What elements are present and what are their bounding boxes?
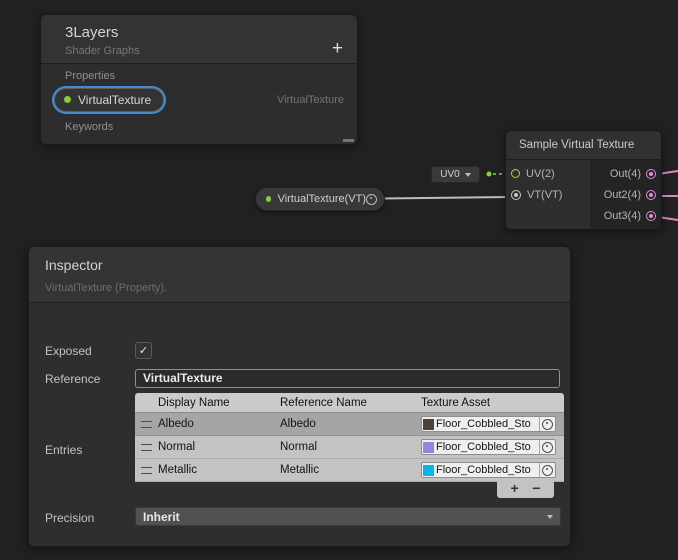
out3-port-icon[interactable] xyxy=(646,211,656,221)
display-name-cell[interactable]: Normal xyxy=(158,441,280,453)
property-type-dot-icon xyxy=(266,196,271,202)
uv-channel-value: UV0 xyxy=(440,169,459,180)
output-row-1: Out(4) xyxy=(590,163,661,184)
out2-label: Out2(4) xyxy=(604,189,641,201)
out1-port-icon[interactable] xyxy=(646,169,656,179)
inspector-header: Inspector VirtualTexture (Property). xyxy=(29,247,570,303)
vt-input-label: VT(VT) xyxy=(527,189,562,201)
uv-input-port-icon[interactable] xyxy=(511,169,520,178)
texture-asset-name: Floor_Cobbled_Sto xyxy=(436,464,539,476)
output-row-3: Out3(4) xyxy=(590,205,661,226)
drag-handle-icon[interactable] xyxy=(141,444,152,451)
texture-swatch xyxy=(423,442,434,453)
virtualtexture-property-node[interactable]: VirtualTexture(VT) xyxy=(255,187,385,211)
exposed-checkbox[interactable]: ✓ xyxy=(135,342,152,359)
output-port-icon[interactable] xyxy=(366,194,377,205)
reference-name-cell[interactable]: Albedo xyxy=(280,418,421,430)
inspector-title: Inspector xyxy=(45,257,554,273)
properties-section-label: Properties xyxy=(41,64,357,84)
input-row-uv: UV(2) xyxy=(506,163,590,184)
column-reference-name: Reference Name xyxy=(280,397,421,409)
uv-input-label: UV(2) xyxy=(526,168,555,180)
object-picker-icon[interactable] xyxy=(542,442,553,453)
texture-asset-field[interactable]: Floor_Cobbled_Sto xyxy=(421,462,556,478)
drag-handle-icon[interactable] xyxy=(141,467,152,474)
reference-name-cell[interactable]: Metallic xyxy=(280,464,421,476)
node-body: UV(2) VT(VT) Out(4) Out2(4) Out3(4) xyxy=(506,160,661,229)
output-row-2: Out2(4) xyxy=(590,184,661,205)
entries-table: Display Name Reference Name Texture Asse… xyxy=(135,393,564,482)
object-picker-icon[interactable] xyxy=(542,465,553,476)
drag-handle-icon[interactable] xyxy=(141,421,152,428)
display-name-cell[interactable]: Albedo xyxy=(158,418,280,430)
sample-virtual-texture-node[interactable]: Sample Virtual Texture UV(2) VT(VT) Out(… xyxy=(505,130,662,230)
input-row-vt: VT(VT) xyxy=(506,184,590,205)
out1-label: Out(4) xyxy=(610,168,641,180)
column-display-name: Display Name xyxy=(158,397,280,409)
blackboard-header[interactable]: 3Layers + Shader Graphs xyxy=(41,15,357,64)
precision-value: Inherit xyxy=(143,510,180,524)
blackboard-panel: 3Layers + Shader Graphs Properties Virtu… xyxy=(40,14,358,145)
remove-entry-button[interactable]: − xyxy=(532,479,540,497)
texture-asset-field[interactable]: Floor_Cobbled_Sto xyxy=(421,439,556,455)
out3-label: Out3(4) xyxy=(604,210,641,222)
texture-asset-name: Floor_Cobbled_Sto xyxy=(436,418,539,430)
texture-swatch xyxy=(423,419,434,430)
property-node-label: VirtualTexture(VT) xyxy=(278,193,366,205)
out2-port-icon[interactable] xyxy=(646,190,656,200)
inspector-subtitle: VirtualTexture (Property). xyxy=(45,282,554,294)
uv-channel-dropdown[interactable]: UV0 xyxy=(431,166,480,183)
keywords-section-label: Keywords xyxy=(41,115,357,135)
node-inputs: UV(2) VT(VT) xyxy=(506,160,590,229)
uv-default-dot-icon xyxy=(487,172,492,177)
display-name-cell[interactable]: Metallic xyxy=(158,464,280,476)
precision-label: Precision xyxy=(45,511,94,525)
table-row-normal[interactable]: Normal Normal Floor_Cobbled_Sto xyxy=(135,436,564,459)
resize-handle[interactable] xyxy=(343,139,354,142)
object-picker-icon[interactable] xyxy=(542,419,553,430)
texture-asset-field[interactable]: Floor_Cobbled_Sto xyxy=(421,416,556,432)
table-header-row: Display Name Reference Name Texture Asse… xyxy=(135,393,564,413)
vt-wire[interactable] xyxy=(383,197,510,199)
reference-input[interactable]: VirtualTexture xyxy=(135,369,560,388)
chevron-down-icon xyxy=(547,515,553,519)
property-type-label: VirtualTexture xyxy=(277,94,344,106)
property-pill-label: VirtualTexture xyxy=(78,93,151,107)
texture-asset-name: Floor_Cobbled_Sto xyxy=(436,441,539,453)
node-title: Sample Virtual Texture xyxy=(506,131,661,160)
table-row-albedo[interactable]: Albedo Albedo Floor_Cobbled_Sto xyxy=(135,413,564,436)
property-pill-virtualtexture[interactable]: VirtualTexture xyxy=(54,88,164,112)
chevron-down-icon xyxy=(465,173,471,177)
add-entry-button[interactable]: + xyxy=(511,479,519,497)
property-row: VirtualTexture VirtualTexture xyxy=(41,84,357,115)
checkmark-icon: ✓ xyxy=(139,344,148,357)
precision-dropdown[interactable]: Inherit xyxy=(135,507,561,526)
property-type-dot-icon xyxy=(64,96,71,103)
add-property-button[interactable]: + xyxy=(332,41,343,57)
list-footer: + − xyxy=(497,478,554,498)
entries-label: Entries xyxy=(45,443,82,457)
exposed-label: Exposed xyxy=(45,344,92,358)
inspector-panel: Inspector VirtualTexture (Property). Exp… xyxy=(28,246,571,547)
reference-label: Reference xyxy=(45,372,100,386)
column-texture-asset: Texture Asset xyxy=(421,397,564,409)
graph-title: 3Layers xyxy=(65,24,343,41)
texture-swatch xyxy=(423,465,434,476)
graph-subtitle: Shader Graphs xyxy=(65,45,343,57)
vt-input-port-icon[interactable] xyxy=(511,190,521,200)
reference-name-cell[interactable]: Normal xyxy=(280,441,421,453)
node-outputs: Out(4) Out2(4) Out3(4) xyxy=(590,160,661,229)
